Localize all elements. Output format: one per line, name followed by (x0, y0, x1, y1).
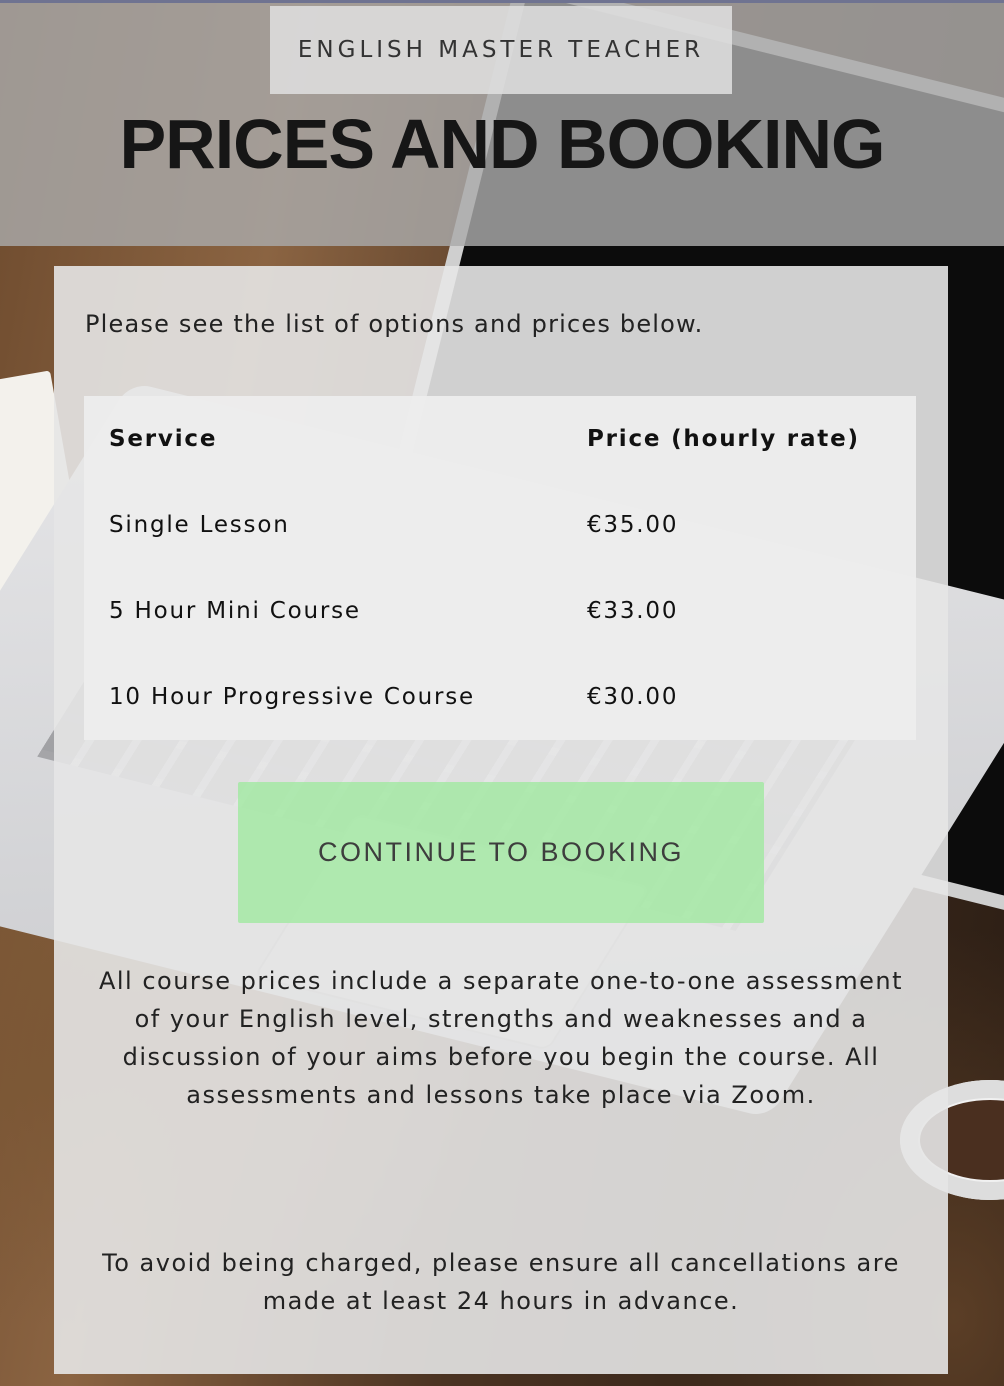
table-row: 10 Hour Progressive Course €30.00 (84, 654, 916, 740)
page-title: PRICES AND BOOKING (119, 105, 885, 183)
table-header-service: Service (109, 426, 218, 452)
table-header-row: Service Price (hourly rate) (84, 396, 916, 482)
table-header-price: Price (hourly rate) (587, 426, 860, 452)
service-price: €35.00 (587, 512, 679, 538)
content-card: Please see the list of options and price… (54, 266, 948, 1374)
top-rule (0, 0, 1004, 3)
table-row: Single Lesson €35.00 (84, 482, 916, 568)
continue-to-booking-label: CONTINUE TO BOOKING (317, 837, 685, 867)
page-header: English Master Teacher PRICES AND BOOKIN… (0, 0, 1004, 246)
price-table: Service Price (hourly rate) Single Lesso… (84, 396, 916, 740)
service-name: 5 Hour Mini Course (109, 598, 361, 624)
service-name: 10 Hour Progressive Course (109, 684, 476, 710)
site-brand[interactable]: English Master Teacher (270, 6, 732, 94)
service-price: €30.00 (587, 684, 679, 710)
continue-to-booking-button[interactable]: CONTINUE TO BOOKING (238, 782, 764, 923)
site-brand-label: English Master Teacher (297, 37, 705, 63)
table-row: 5 Hour Mini Course €33.00 (84, 568, 916, 654)
service-price: €33.00 (587, 598, 679, 624)
assessment-note: All course prices include a separate one… (98, 967, 904, 1109)
intro-text: Please see the list of options and price… (85, 310, 704, 338)
cancellation-note: To avoid being charged, please ensure al… (102, 1249, 900, 1315)
service-name: Single Lesson (109, 512, 290, 538)
